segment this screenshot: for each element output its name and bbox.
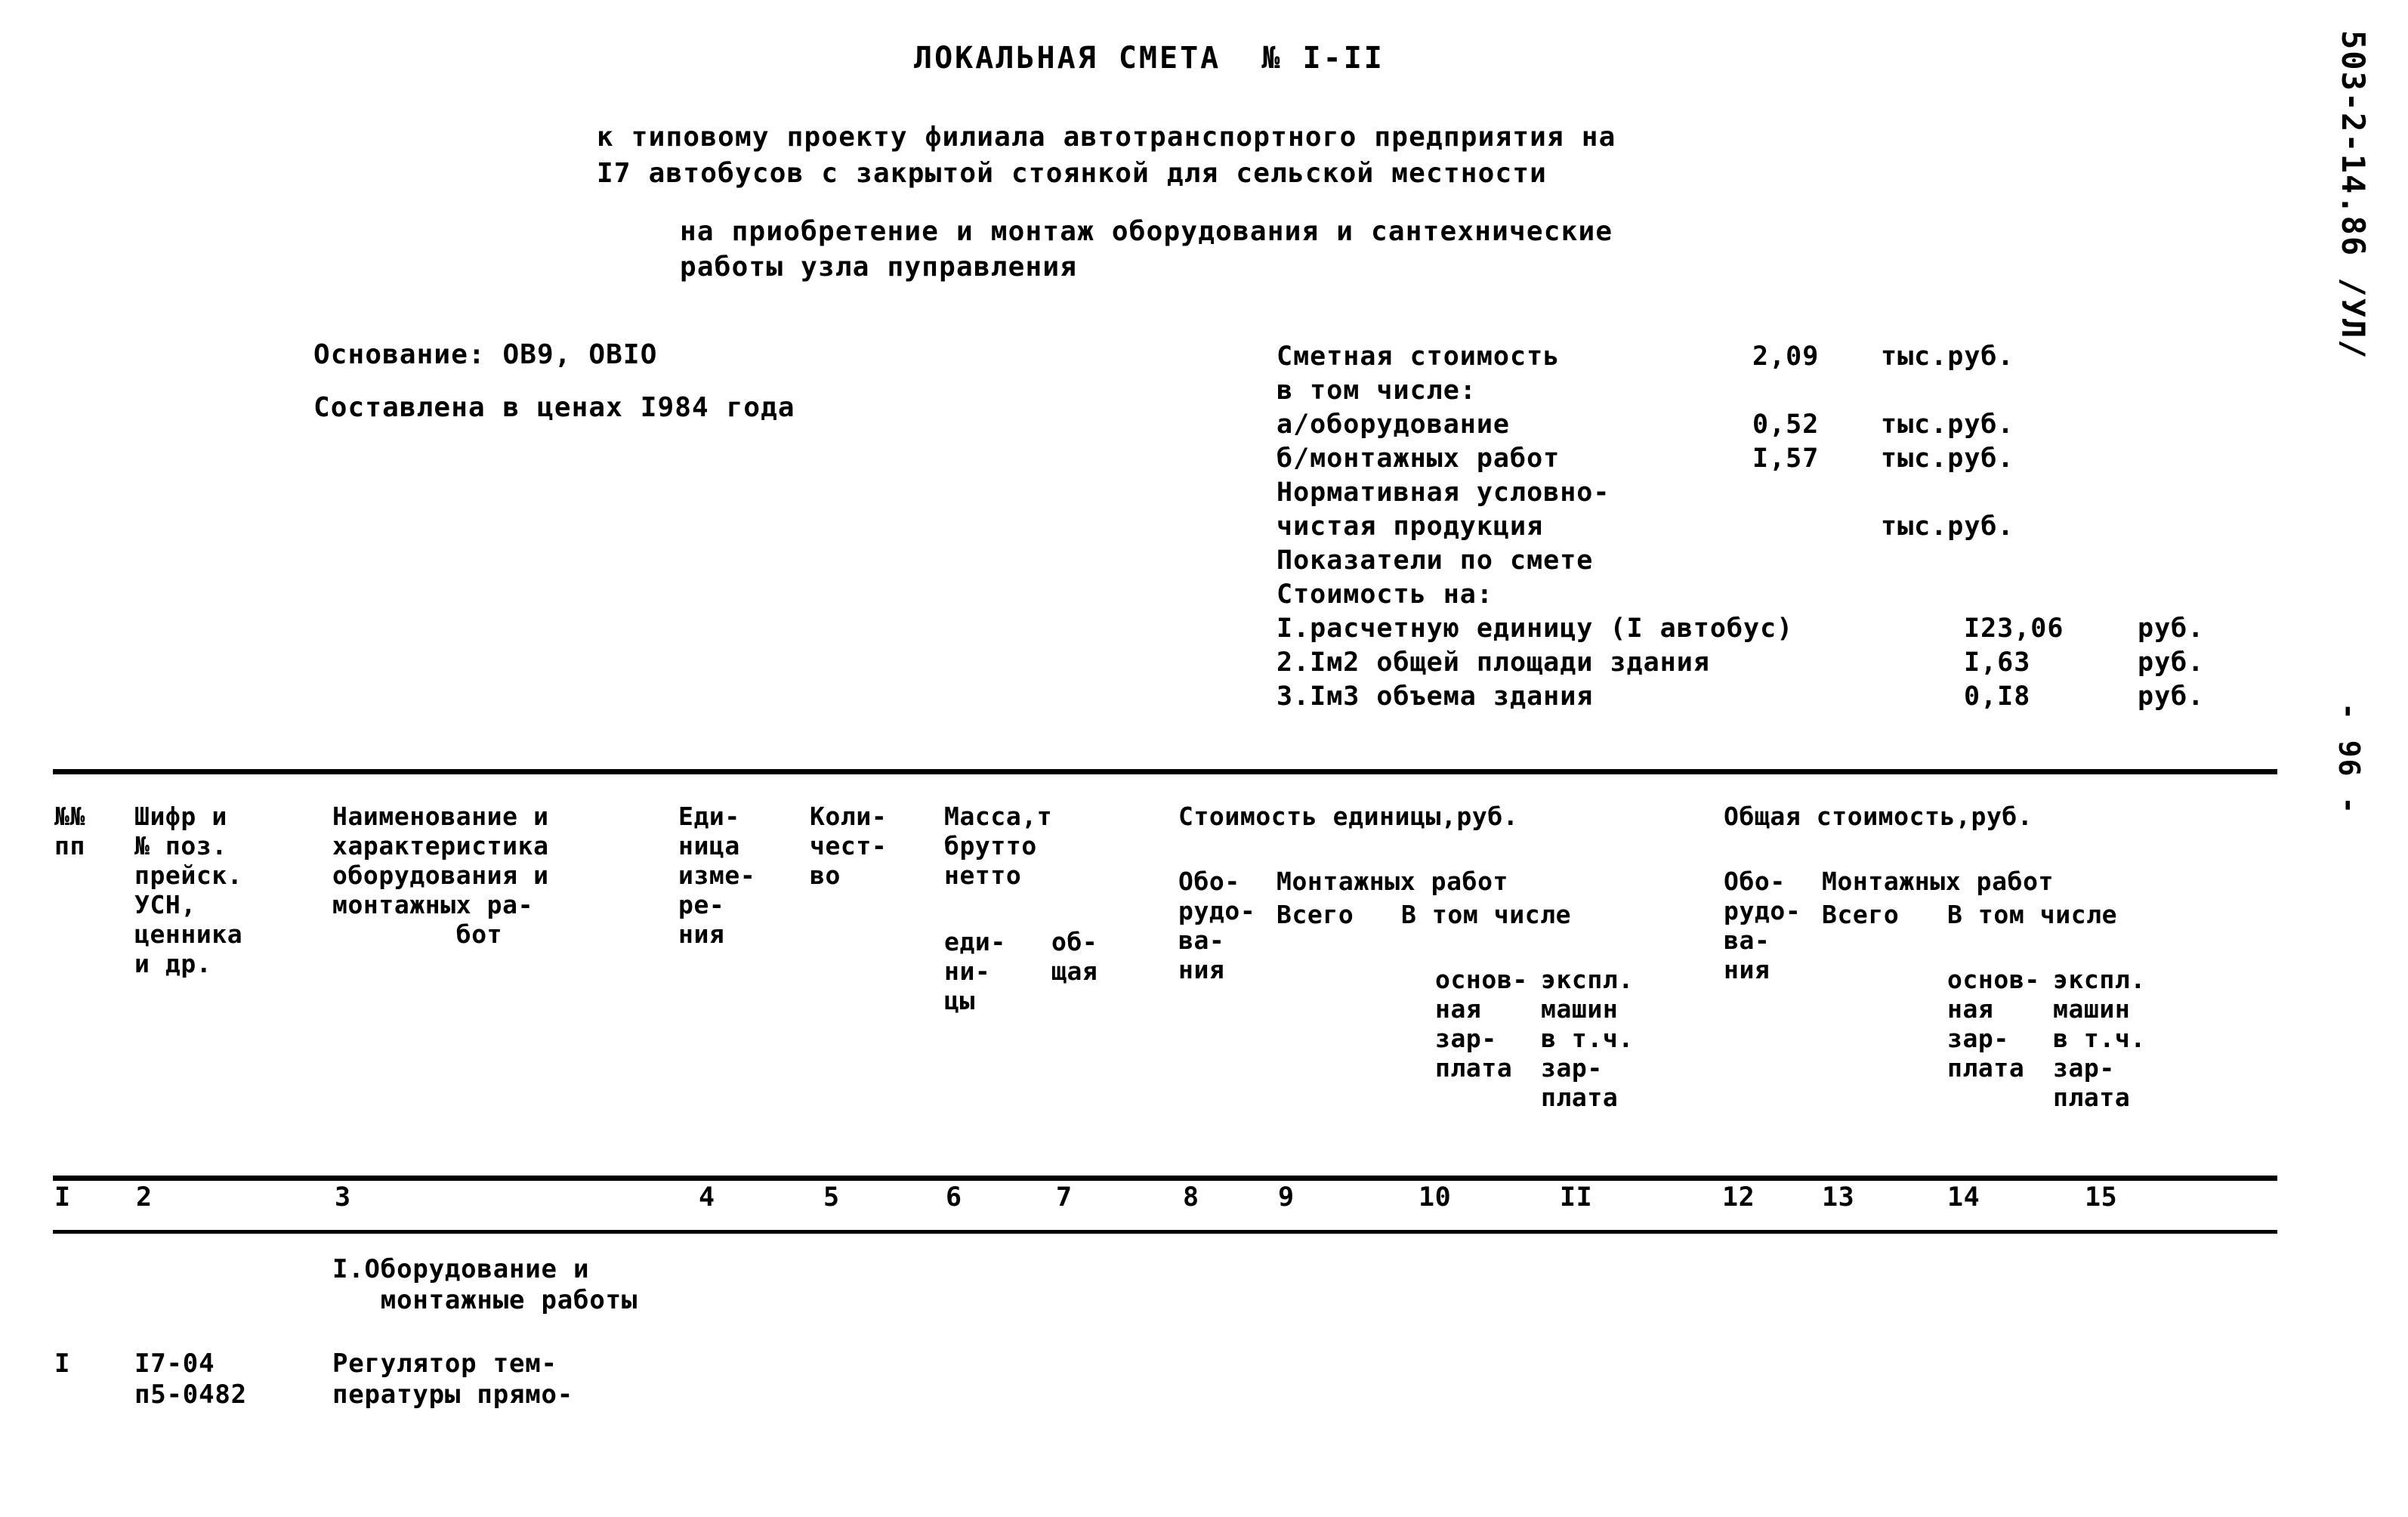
summary-unit-2: тыс.руб. [1881,409,2014,440]
column-number-9: 9 [1278,1182,1295,1213]
column-header-14: основ- ная зар- плата [1947,965,2040,1083]
summary-label-7: Стоимость на: [1277,579,1493,610]
column-number-5: 5 [823,1182,840,1213]
column-header-13: Всего [1822,900,1900,929]
column-number-11: II [1560,1182,1593,1213]
margin-page-number: - 96 - [2332,703,2366,816]
column-header-5: Коли- чест- во [810,802,888,890]
group-header-including-1: В том числе [1401,900,1572,929]
indicator-label-0: I.расчетную единицу (I автобус) [1277,613,1794,644]
column-number-13: 13 [1822,1182,1855,1213]
indicator-unit-2: руб. [2138,681,2205,712]
indicator-unit-0: руб. [2138,613,2205,644]
summary-label-0: Сметная стоимость [1277,341,1561,372]
column-header-3: Наименование и характеристика оборудован… [332,802,549,949]
document-page: ЛОКАЛЬНАЯ СМЕТА № I-II к типовому проект… [0,0,2408,1517]
summary-label-3: б/монтажных работ [1277,443,1561,474]
column-header-2: Шифр и № поз. прейск. УСН, ценника и др. [134,802,243,978]
indicator-unit-1: руб. [2138,647,2205,678]
margin-project-code: 503-2-14.86 /УЛ/ [2335,30,2372,360]
column-number-7: 7 [1056,1182,1073,1213]
column-number-3: 3 [335,1182,351,1213]
summary-label-1: в том числе: [1277,375,1477,406]
indicator-label-2: 3.Iм3 объема здания [1277,681,1594,712]
summary-value-3: I,57 [1752,443,1820,474]
table-row-code: I7-04 п5-0482 [134,1349,247,1410]
group-header-including-2: В том числе [1947,900,2118,929]
column-header-10: основ- ная зар- плата [1435,965,1528,1083]
column-header-6-sub: еди- ни- цы [944,927,1006,1015]
summary-value-2: 0,52 [1752,409,1820,440]
column-header-6: Масса,т брутто нетто [944,802,1053,890]
column-number-15: 15 [2085,1182,2118,1213]
column-header-8: Обо- рудо- ва- ния [1178,867,1256,984]
column-number-4: 4 [699,1182,715,1213]
indicator-value-2: 0,I8 [1964,681,2031,712]
column-number-10: 10 [1419,1182,1452,1213]
column-number-6: 6 [946,1182,962,1213]
indicator-value-1: I,63 [1964,647,2031,678]
column-number-2: 2 [136,1182,153,1213]
column-header-4: Еди- ница изме- ре- ния [678,802,756,949]
subtitle-line-2: I7 автобусов с закрытой стоянкой для сел… [597,158,1548,189]
column-header-1: №№ пп [54,802,85,860]
subtitle-line-1: к типовому проекту филиала автотранспорт… [597,122,1616,153]
subtitle-line-4: работы узла пуправления [680,252,1078,283]
group-header-total-cost: Общая стоимость,руб. [1724,802,2033,831]
table-row-name: Регулятор тем- пературы прямо- [332,1349,574,1410]
table-header-bottom-rule [53,1176,2277,1181]
summary-unit-5: тыс.руб. [1881,511,2014,542]
indicator-label-1: 2.Iм2 общей площади здания [1277,647,1710,678]
summary-label-2: а/оборудование [1277,409,1511,440]
column-header-15: экспл. машин в т.ч. зар- плата [2053,965,2146,1112]
column-header-9: Всего [1277,900,1354,929]
subtitle-line-3: на приобретение и монтаж оборудования и … [680,216,1613,247]
group-header-install-works-2: Монтажных работ [1822,867,2055,896]
column-header-11: экспл. машин в т.ч. зар- плата [1541,965,1634,1112]
summary-unit-3: тыс.руб. [1881,443,2014,474]
column-header-12: Обо- рудо- ва- ния [1724,867,1801,984]
table-section-title: I.Оборудование и монтажные работы [332,1254,638,1315]
column-number-14: 14 [1947,1182,1980,1213]
summary-value-0: 2,09 [1752,341,1820,372]
column-number-1: I [54,1182,71,1213]
group-header-unit-cost: Стоимость единицы,руб. [1178,802,1519,831]
column-number-bottom-rule [53,1230,2277,1234]
column-header-7: об- щая [1051,927,1098,986]
summary-label-4: Нормативная условно- [1277,477,1610,508]
column-number-8: 8 [1183,1182,1199,1213]
column-number-12: 12 [1722,1182,1755,1213]
summary-label-5: чистая продукция [1277,511,1544,542]
page-title: ЛОКАЛЬНАЯ СМЕТА № I-II [914,41,1385,76]
basis-line-1: Основание: ОВ9, ОВIO [313,339,658,370]
basis-line-2: Составлена в ценах I984 года [313,392,795,423]
group-header-install-works-1: Монтажных работ [1277,867,1509,896]
table-top-rule [53,769,2277,774]
table-row-number: I [54,1349,71,1379]
summary-unit-0: тыс.руб. [1881,341,2014,372]
indicator-value-0: I23,06 [1964,613,2064,644]
summary-label-6: Показатели по смете [1277,545,1594,576]
